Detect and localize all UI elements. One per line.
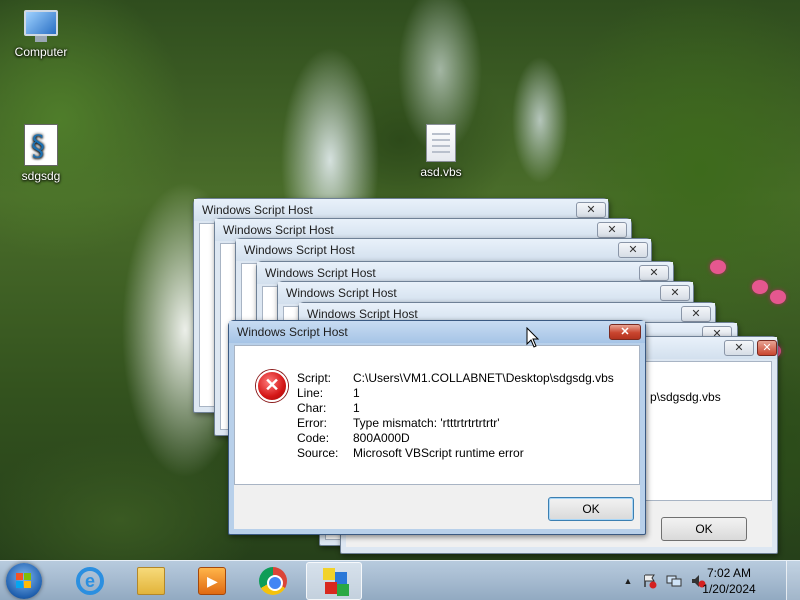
detail-value: Type mismatch: 'rtttrtrtrtrtrtr' <box>353 416 500 430</box>
close-button[interactable]: ✕ <box>618 242 648 258</box>
detail-label: Error: <box>297 416 327 430</box>
detail-row-line: Line: 1 <box>297 386 637 401</box>
detail-value: Microsoft VBScript runtime error <box>353 446 524 460</box>
close-button[interactable]: ✕ <box>681 306 711 322</box>
flower-decoration <box>752 280 768 294</box>
action-center-icon[interactable] <box>642 573 658 589</box>
media-player-icon <box>198 567 226 595</box>
error-icon: ✕ <box>256 370 288 402</box>
chrome-icon <box>259 567 287 595</box>
detail-label: Char: <box>297 401 327 415</box>
desktop-background: Computer sdgsdg asd.vbs Windows Script H… <box>0 0 800 560</box>
computer-icon <box>22 10 60 42</box>
detail-label: Source: <box>297 446 339 460</box>
detail-label: Code: <box>297 431 330 445</box>
mouse-cursor-icon <box>526 327 540 348</box>
detail-row-code: Code: 800A000D <box>297 431 637 446</box>
close-button[interactable]: ✕ <box>724 340 754 356</box>
ok-button[interactable]: OK <box>661 517 747 541</box>
desktop-icon-asd-vbs[interactable]: asd.vbs <box>402 124 480 179</box>
detail-label: Script: <box>297 371 332 385</box>
network-icon[interactable] <box>666 573 682 589</box>
desktop-icon-computer[interactable]: Computer <box>2 10 80 59</box>
detail-value: 1 <box>353 401 360 415</box>
taskbar-item-media-player[interactable] <box>184 562 240 600</box>
close-button[interactable]: ✕ <box>609 324 641 340</box>
vbs-script-icon <box>24 124 58 166</box>
close-button[interactable]: ✕ <box>597 222 627 238</box>
text-file-icon <box>426 124 456 162</box>
detail-row-char: Char: 1 <box>297 401 637 416</box>
taskbar: e ▲ 7:02 AM 1/20/2024 <box>0 560 800 600</box>
detail-value: 800A000D <box>353 431 410 445</box>
show-hidden-icons-button[interactable]: ▲ <box>620 573 636 589</box>
taskbar-item-internet-explorer[interactable]: e <box>62 562 118 600</box>
dialog-body: ✕ Script: C:\Users\VM1.COLLABNET\Desktop… <box>234 345 640 485</box>
dialog-title: Windows Script Host <box>236 239 651 261</box>
close-button[interactable]: ✕ <box>576 202 606 218</box>
error-details: Script: C:\Users\VM1.COLLABNET\Desktop\s… <box>297 371 637 466</box>
windows-logo-icon <box>16 573 32 589</box>
blocks-app-icon <box>321 568 349 596</box>
detail-value: C:\Users\VM1.COLLABNET\Desktop\sdgsdg.vb… <box>353 371 614 385</box>
close-button[interactable]: ✕ <box>757 340 777 356</box>
dialog-script-path: p\sdgsdg.vbs <box>650 390 721 404</box>
dialog-title: Windows Script Host <box>229 321 645 343</box>
ok-button[interactable]: OK <box>548 497 634 521</box>
close-button[interactable]: ✕ <box>639 265 669 281</box>
dialog-title: Windows Script Host <box>278 282 693 304</box>
desktop-icon-label: asd.vbs <box>420 165 462 179</box>
detail-label: Line: <box>297 386 324 400</box>
start-button[interactable] <box>6 563 42 599</box>
desktop-icon-label: sdgsdg <box>21 169 61 183</box>
taskbar-item-windows-explorer[interactable] <box>123 562 179 600</box>
detail-row-error: Error: Type mismatch: 'rtttrtrtrtrtrtr' <box>297 416 637 431</box>
clock-time: 7:02 AM <box>706 566 752 580</box>
system-clock[interactable]: 7:02 AM 1/20/2024 <box>696 565 762 597</box>
desktop-icon-sdgsdg[interactable]: sdgsdg <box>2 124 80 183</box>
taskbar-item-script-app[interactable] <box>306 562 362 600</box>
internet-explorer-icon: e <box>76 567 104 595</box>
close-button[interactable]: ✕ <box>660 285 690 301</box>
detail-value: 1 <box>353 386 360 400</box>
desktop-icon-label: Computer <box>14 45 68 59</box>
folder-icon <box>137 567 165 595</box>
flower-decoration <box>710 260 726 274</box>
detail-row-script: Script: C:\Users\VM1.COLLABNET\Desktop\s… <box>297 371 637 386</box>
script-error-dialog[interactable]: Windows Script Host ✕ ✕ Script: C:\Users… <box>228 320 646 535</box>
clock-date: 1/20/2024 <box>702 582 756 596</box>
show-desktop-button[interactable] <box>786 561 800 600</box>
detail-row-source: Source: Microsoft VBScript runtime error <box>297 446 637 461</box>
taskbar-item-chrome[interactable] <box>245 562 301 600</box>
flower-decoration <box>770 290 786 304</box>
